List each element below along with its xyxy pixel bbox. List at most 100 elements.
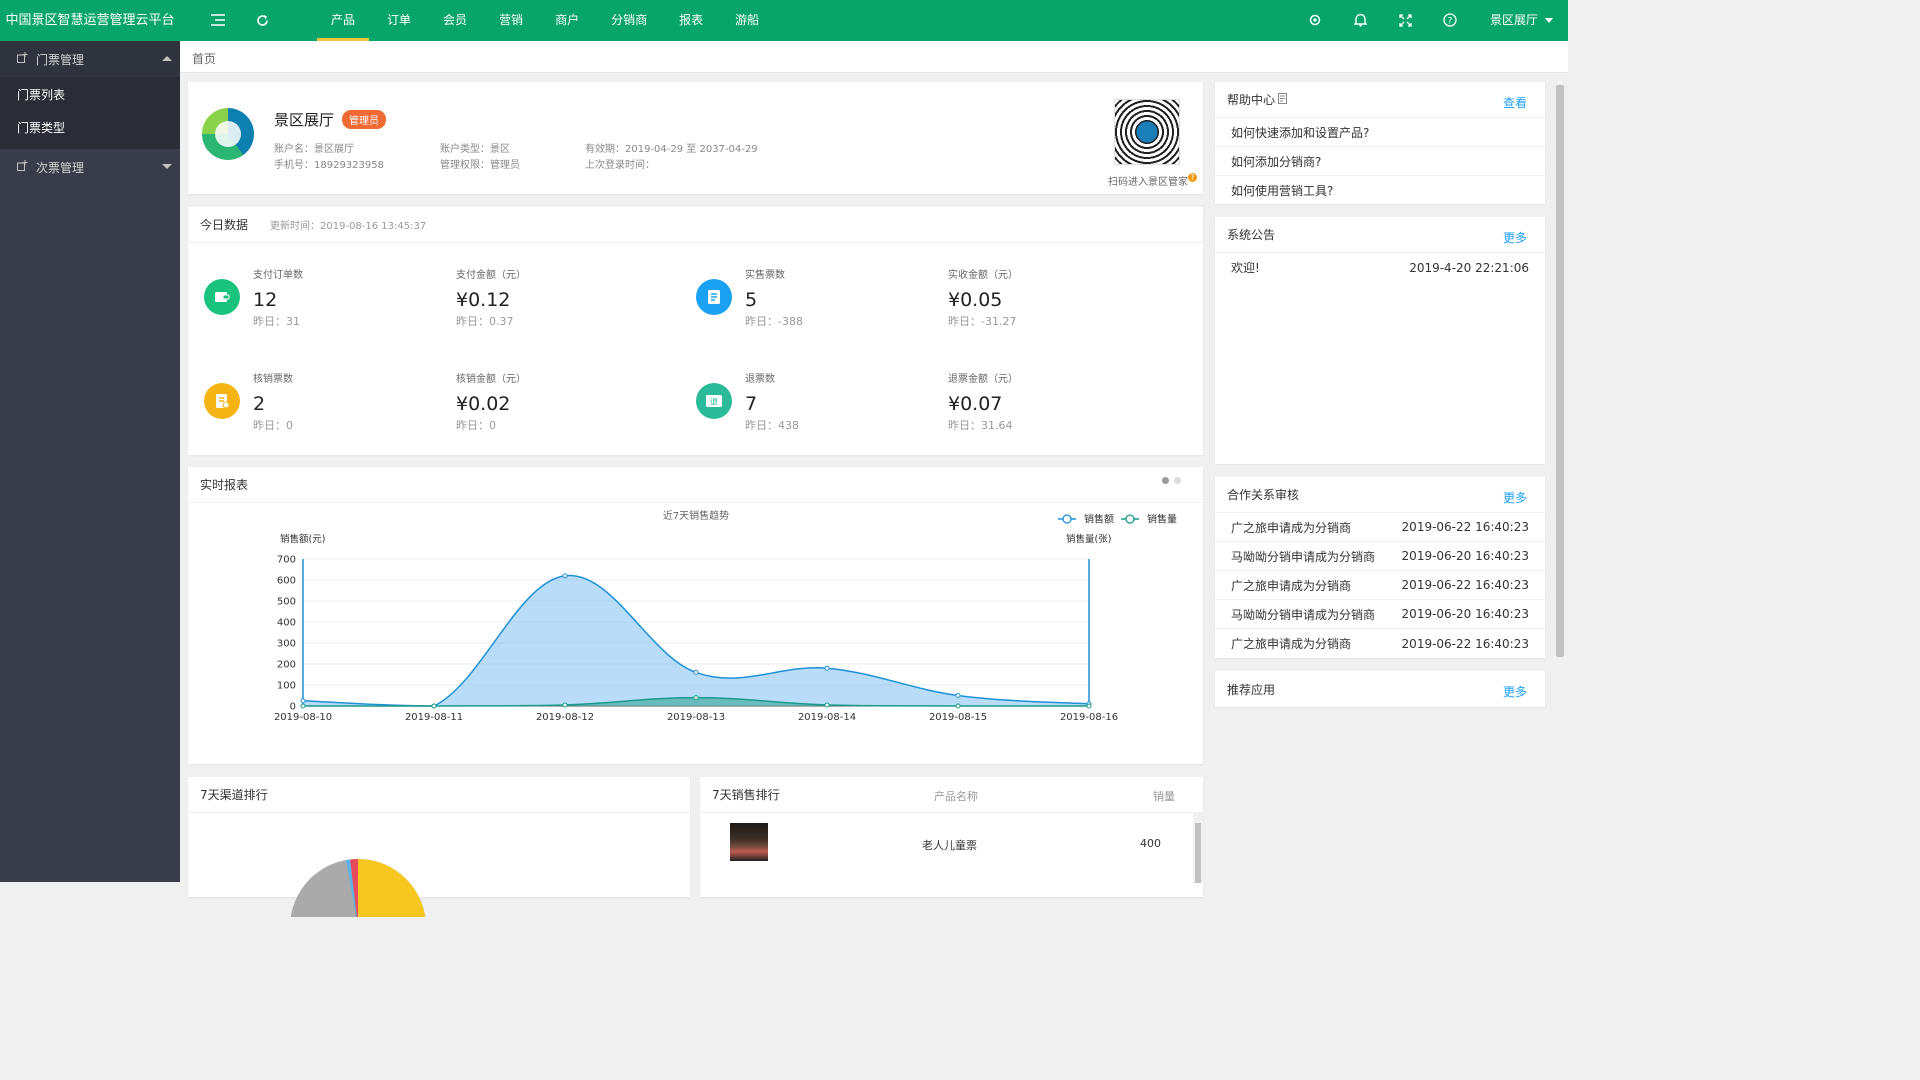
stat-value: 12 xyxy=(253,289,278,311)
list-scrollbar[interactable] xyxy=(1193,813,1203,883)
question-icon[interactable]: ? xyxy=(1188,173,1197,182)
wallet-icon xyxy=(204,279,240,315)
today-data-title: 今日数据 xyxy=(200,218,249,232)
stat-value: 2 xyxy=(253,393,266,415)
y-tick-label: 600 xyxy=(277,576,296,587)
page-scrollbar[interactable] xyxy=(1552,73,1568,882)
notice-header: 系统公告 更多 xyxy=(1215,217,1545,253)
nav-item-cruise[interactable]: 游船 xyxy=(721,0,773,41)
partner-item[interactable]: 马呦呦分销申请成为分销商 2019-06-20 16:40:23 xyxy=(1215,600,1545,629)
data-point xyxy=(1086,703,1092,709)
sidebar-submenu: 门票列表 门票类型 xyxy=(0,77,180,149)
data-point xyxy=(300,703,306,709)
last-login: 上次登录时间： xyxy=(585,160,655,171)
carousel-dot[interactable] xyxy=(1162,477,1169,484)
stat-value: ¥0.07 xyxy=(948,393,1003,415)
user-name: 景区展厅 xyxy=(1490,13,1539,27)
validity: 有效期：2019-04-29 至 2037-04-29 xyxy=(585,144,758,155)
stat-label: 实售票数 xyxy=(745,270,785,281)
help-header: 帮助中心 查看 xyxy=(1215,82,1545,118)
nav-item-marketing[interactable]: 营销 xyxy=(485,0,537,41)
partner-item[interactable]: 马呦呦分销申请成为分销商 2019-06-20 16:40:23 xyxy=(1215,542,1545,571)
nav-item-distributor[interactable]: 分销商 xyxy=(597,0,661,41)
notice-item[interactable]: 欢迎! 2019-4-20 22:21:06 xyxy=(1215,253,1545,282)
svg-text:?: ? xyxy=(1448,17,1453,27)
partner-time: 2019-06-20 16:40:23 xyxy=(1401,549,1529,563)
y-tick-label: 500 xyxy=(277,597,296,608)
channel-pie-chart xyxy=(290,859,426,917)
stat-label: 退票金额（元） xyxy=(948,374,1018,385)
partner-item[interactable]: 广之旅申请成为分销商 2019-06-22 16:40:23 xyxy=(1215,571,1545,600)
user-menu[interactable]: 景区展厅 xyxy=(1490,0,1553,41)
sidebar-group-multi-ticket[interactable]: 次票管理 xyxy=(0,149,180,185)
help-view-link[interactable]: 查看 xyxy=(1503,94,1527,111)
notice-more-link[interactable]: 更多 xyxy=(1503,229,1527,246)
notice-title: 系统公告 xyxy=(1227,228,1276,242)
menu-fold-icon[interactable] xyxy=(209,11,227,29)
partner-item[interactable]: 广之旅申请成为分销商 2019-06-22 16:40:23 xyxy=(1215,513,1545,542)
help-item[interactable]: 如何快速添加和设置产品? xyxy=(1215,118,1545,147)
nav-item-member[interactable]: 会员 xyxy=(429,0,481,41)
partner-more-link[interactable]: 更多 xyxy=(1503,489,1527,506)
nav-item-merchant[interactable]: 商户 xyxy=(541,0,593,41)
help-item[interactable]: 如何添加分销商? xyxy=(1215,147,1545,176)
qr-caption-text: 扫码进入景区管家 xyxy=(1108,177,1188,188)
stat-label: 退票数 xyxy=(745,374,775,385)
nav-item-order[interactable]: 订单 xyxy=(373,0,425,41)
scrollbar-thumb[interactable] xyxy=(1556,85,1564,657)
x-tick-label: 2019-08-14 xyxy=(798,712,856,723)
refresh-icon[interactable] xyxy=(253,11,271,29)
stat-yesterday: 昨日：0 xyxy=(456,419,496,432)
scenic-logo xyxy=(202,108,254,160)
stat-yesterday: 昨日：31.64 xyxy=(948,419,1013,432)
partner-text: 广之旅申请成为分销商 xyxy=(1231,578,1352,593)
ticket-icon xyxy=(696,279,732,315)
col-product: 产品名称 xyxy=(934,790,978,803)
recommend-header: 推荐应用 更多 xyxy=(1215,671,1545,707)
help-title: 帮助中心 xyxy=(1227,93,1276,107)
stat-yesterday: 昨日：0 xyxy=(253,419,293,432)
sidebar-group-label: 门票管理 xyxy=(36,52,85,67)
data-point xyxy=(955,693,961,698)
report-title: 实时报表 xyxy=(200,478,249,492)
help-item[interactable]: 如何使用营销工具? xyxy=(1215,176,1545,205)
data-point xyxy=(562,573,568,579)
sidebar-item-ticket-type[interactable]: 门票类型 xyxy=(0,112,180,145)
product-sales: 400 xyxy=(1140,837,1161,850)
profile-card: 景区展厅 管理员 账户名：景区展厅 手机号：18929323958 账户类型：景… xyxy=(188,82,1203,194)
chevron-up-icon xyxy=(162,56,172,61)
update-time: 更新时间：2019-08-16 13:45:37 xyxy=(270,221,427,232)
x-tick-label: 2019-08-11 xyxy=(405,712,463,723)
sidebar-group-ticket[interactable]: 门票管理 xyxy=(0,41,180,77)
product-thumbnail xyxy=(730,823,768,861)
recommend-apps-card: 推荐应用 更多 xyxy=(1215,671,1545,707)
carousel-dot[interactable] xyxy=(1174,477,1181,484)
fullscreen-icon[interactable] xyxy=(1396,11,1414,29)
partner-item[interactable]: 广之旅申请成为分销商 2019-06-22 16:40:23 xyxy=(1215,629,1545,658)
recommend-more-link[interactable]: 更多 xyxy=(1503,683,1527,700)
doc-icon xyxy=(1278,92,1288,107)
sidebar-item-ticket-list[interactable]: 门票列表 xyxy=(0,79,180,112)
help-icon[interactable]: ? xyxy=(1441,11,1459,29)
partner-text: 广之旅申请成为分销商 xyxy=(1231,520,1352,535)
today-data-card: 今日数据 更新时间：2019-08-16 13:45:37 支付订单数 12 昨… xyxy=(188,207,1203,455)
nav-item-report[interactable]: 报表 xyxy=(665,0,717,41)
stat-label: 核销票数 xyxy=(253,374,293,385)
legend-label: 销售量 xyxy=(1147,513,1177,526)
data-point xyxy=(824,702,830,708)
gear-icon[interactable] xyxy=(1306,11,1324,29)
data-point xyxy=(562,702,568,708)
product-name[interactable]: 老人儿童票 xyxy=(922,837,977,853)
sidebar-group-label: 次票管理 xyxy=(36,160,85,175)
data-point xyxy=(693,695,699,701)
breadcrumb[interactable]: 首页 xyxy=(192,50,216,67)
stat-yesterday: 昨日：31 xyxy=(253,315,300,328)
bell-icon[interactable] xyxy=(1351,11,1369,29)
profile-name: 景区展厅 xyxy=(274,111,335,129)
data-point xyxy=(300,698,306,704)
qr-code xyxy=(1114,99,1180,165)
x-tick-label: 2019-08-13 xyxy=(667,712,725,723)
svg-text:退: 退 xyxy=(710,398,718,407)
nav-item-product[interactable]: 产品 xyxy=(317,0,370,41)
stat-label: 核销金额（元） xyxy=(456,374,526,385)
